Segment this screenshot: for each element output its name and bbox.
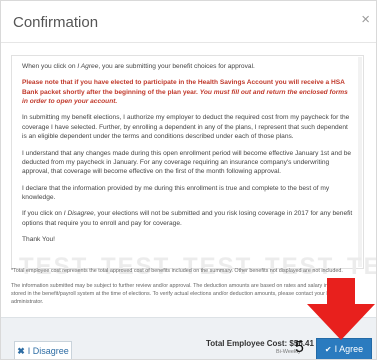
authorization-paragraph: In submitting my benefit elections, I au… bbox=[22, 114, 350, 141]
disagree-text: If you click on bbox=[22, 210, 64, 218]
disagree-emphasis: I Disagree bbox=[63, 210, 94, 218]
declaration-paragraph: I declare that the information provided … bbox=[22, 184, 330, 201]
disagree-button[interactable]: ✖ I Disagree bbox=[14, 341, 72, 359]
check-icon: ✔ bbox=[324, 344, 332, 354]
close-icon: ✖ bbox=[17, 345, 25, 356]
down-arrow-icon bbox=[307, 278, 375, 340]
dialog-title: Confirmation bbox=[13, 14, 99, 31]
confirmation-dialog: Confirmation × When you click on I Agree… bbox=[0, 0, 377, 360]
dialog-header: Confirmation × bbox=[1, 1, 376, 43]
close-icon[interactable]: × bbox=[361, 11, 370, 28]
intro-text: When you click on bbox=[22, 63, 78, 70]
confirmation-text-panel: When you click on I Agree, you are submi… bbox=[11, 55, 364, 269]
intro-emphasis: I Agree bbox=[77, 63, 99, 70]
disagree-button-label: I Disagree bbox=[27, 346, 69, 356]
panel-scrollbar[interactable] bbox=[358, 57, 362, 267]
effective-date-paragraph: I understand that any changes made durin… bbox=[22, 149, 352, 176]
total-cost-footnote: *Total employee cost represents the tota… bbox=[11, 268, 343, 274]
agree-button-label: I Agree bbox=[334, 344, 364, 354]
intro-paragraph: When you click on I Agree, you are submi… bbox=[22, 62, 353, 71]
disagree-paragraph: If you click on I Disagree, your electio… bbox=[22, 209, 353, 228]
agree-button[interactable]: ✔ I Agree bbox=[316, 338, 372, 359]
intro-text-end: , you are submitting your benefit choice… bbox=[98, 63, 255, 70]
step-number: 5 bbox=[295, 339, 304, 356]
thank-you-text: Thank You! bbox=[22, 236, 55, 244]
hsa-warning-paragraph: Please note that if you have elected to … bbox=[22, 78, 353, 106]
